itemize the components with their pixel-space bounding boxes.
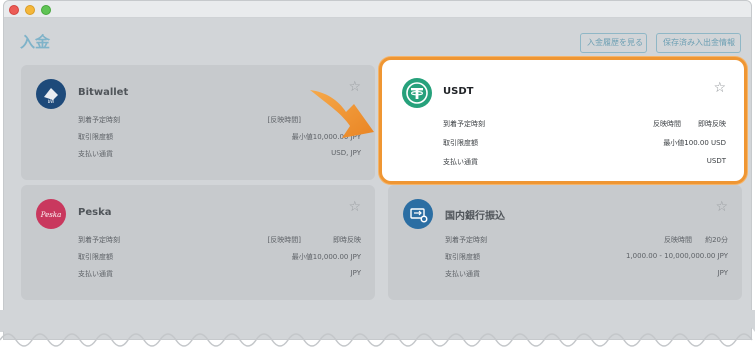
saved-payment-info-button[interactable]: 保存済み入出金情報 (656, 33, 741, 53)
limit-value: 最小値100.00 USD (663, 139, 726, 147)
currency-value: JPY (350, 269, 361, 277)
card-title: USDT (443, 86, 474, 97)
arrival-row: 到着予定時刻 反映時間 約20分 (445, 232, 728, 249)
currency-label: 支払い通貨 (78, 270, 113, 278)
maximize-window-button[interactable] (41, 5, 51, 15)
currency-row: 支払い通貨 USD, JPY (78, 146, 361, 163)
arrival-label: 到着予定時刻 (443, 120, 485, 128)
payment-card-peska[interactable]: Peska Peska ☆ 到着予定時刻 [反映時間] 即時反映 取引限度額 最… (21, 185, 375, 300)
currency-row: 支払い通貨 USDT (443, 154, 726, 173)
arrival-tag: 反映時間 (664, 236, 692, 244)
deposit-history-button[interactable]: 入金履歴を見る (580, 33, 647, 53)
limit-value: 1,000.00 - 10,000,000.00 JPY (626, 252, 728, 260)
arrival-row: 到着予定時刻 反映時間 即時反映 (443, 116, 726, 135)
limit-label: 取引限度額 (445, 253, 480, 261)
limit-value: 最小値10,000.00 JPY (291, 253, 361, 261)
limit-label: 取引限度額 (78, 133, 113, 141)
arrival-label: 到着予定時刻 (78, 116, 120, 124)
limit-row: 取引限度額 最小値100.00 USD (443, 135, 726, 154)
pointer-arrow-icon (310, 90, 374, 138)
arrival-label: 到着予定時刻 (445, 236, 487, 244)
minimize-window-button[interactable] (25, 5, 35, 15)
arrival-value: 即時反映 (698, 120, 726, 128)
bitwallet-logo-icon: bW (36, 79, 66, 109)
card-title: 国内銀行振込 (445, 211, 505, 222)
arrival-tag: 反映時間 (653, 120, 681, 128)
page-title: 入金 (20, 33, 51, 51)
title-bar (4, 1, 751, 18)
payment-card-usdt[interactable]: USDT ☆ 到着予定時刻 反映時間 即時反映 取引限度額 最小値100.00 … (379, 57, 747, 184)
currency-label: 支払い通貨 (443, 158, 478, 166)
currency-value: USDT (706, 157, 726, 165)
limit-label: 取引限度額 (443, 139, 478, 147)
arrival-label: 到着予定時刻 (78, 236, 120, 244)
favorite-star-icon[interactable]: ☆ (713, 80, 726, 96)
limit-row: 取引限度額 最小値10,000.00 JPY (78, 249, 361, 266)
favorite-star-icon[interactable]: ☆ (715, 199, 728, 215)
arrival-value: 約20分 (705, 236, 728, 244)
currency-label: 支払い通貨 (445, 270, 480, 278)
arrival-tag: [反映時間] (267, 236, 301, 244)
card-title: Bitwallet (78, 87, 129, 98)
favorite-star-icon[interactable]: ☆ (348, 199, 361, 215)
peska-logo-icon: Peska (36, 199, 66, 229)
currency-row: 支払い通貨 JPY (78, 266, 361, 283)
arrival-value: 即時反映 (333, 236, 361, 244)
payment-card-bank-transfer[interactable]: 国内銀行振込 ☆ 到着予定時刻 反映時間 約20分 取引限度額 1,000.00… (388, 185, 742, 300)
torn-edge-divider (0, 310, 755, 347)
arrival-tag: [反映時間] (267, 116, 301, 124)
arrival-row: 到着予定時刻 [反映時間] 即時反映 (78, 232, 361, 249)
usdt-logo-icon (402, 78, 432, 108)
currency-row: 支払い通貨 JPY (445, 266, 728, 283)
card-title: Peska (78, 207, 112, 218)
currency-label: 支払い通貨 (78, 150, 113, 158)
limit-label: 取引限度額 (78, 253, 113, 261)
currency-value: USD, JPY (331, 149, 361, 157)
svg-text:Peska: Peska (40, 211, 62, 219)
bank-transfer-icon (403, 199, 433, 229)
limit-row: 取引限度額 1,000.00 - 10,000,000.00 JPY (445, 249, 728, 266)
app-window: 入金 入金履歴を見る 保存済み入出金情報 bW Bitwallet ☆ 到着予定… (3, 0, 752, 340)
svg-text:bW: bW (48, 99, 55, 104)
currency-value: JPY (717, 269, 728, 277)
close-window-button[interactable] (9, 5, 19, 15)
